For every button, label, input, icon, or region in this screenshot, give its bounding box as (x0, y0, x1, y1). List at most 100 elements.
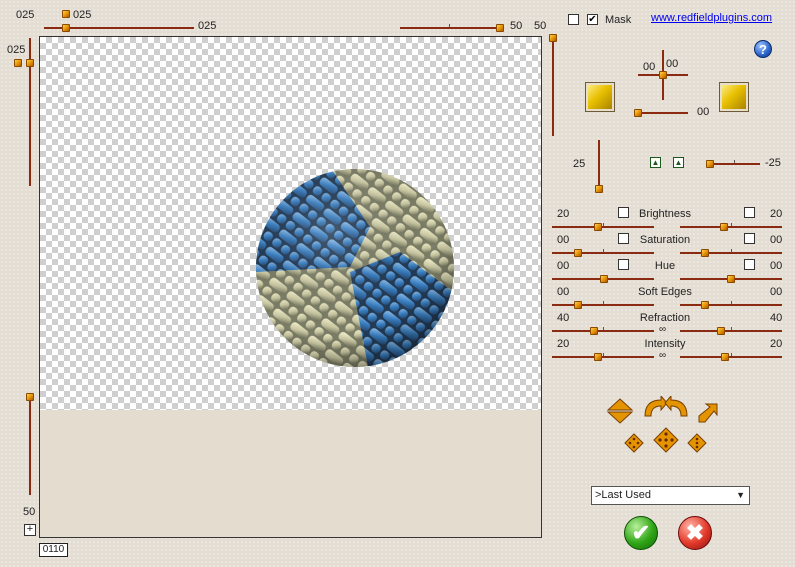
soft-edges-left-value: 00 (557, 286, 570, 298)
brightness-left-slider-track[interactable] (552, 226, 654, 228)
saturation-left-value: 00 (557, 234, 570, 246)
brightness-right-slider-tick (731, 223, 732, 226)
mask-toggle-checkbox-empty[interactable] (568, 14, 579, 25)
highlight-color-swatch[interactable] (585, 82, 615, 112)
random-dice-icon[interactable] (653, 427, 679, 453)
depth-slider-knob[interactable] (595, 185, 603, 193)
preset-dropdown[interactable]: >Last Used ▼ (591, 486, 750, 505)
mask-checkbox[interactable]: ✔ (587, 14, 598, 25)
saturation-right-slider-tick (731, 249, 732, 252)
zoom-value: 50 (510, 20, 523, 32)
right-vertical-slider-track[interactable] (552, 36, 554, 136)
left-top-value: 025 (7, 44, 26, 56)
right-vertical-slider-knob[interactable] (549, 34, 557, 42)
hue-right-slider-knob[interactable] (727, 275, 735, 283)
soft-edges-right-slider-knob[interactable] (701, 301, 709, 309)
invert-up-icon[interactable]: ▲ (650, 157, 661, 168)
zoom-slider-track[interactable] (400, 27, 500, 29)
intensity-link-icon[interactable]: ∞ (659, 350, 666, 361)
brightness-right-slider-knob[interactable] (720, 223, 728, 231)
zoom-slider-knob[interactable] (496, 24, 504, 32)
hue-right-checkbox[interactable] (744, 259, 755, 270)
random-dice-small-icon[interactable] (624, 433, 644, 453)
vertical-position-slider-knob[interactable] (26, 59, 34, 67)
brightness-right-slider-track[interactable] (680, 226, 782, 228)
flip-up-icon[interactable]: ▲ (673, 157, 684, 168)
saturation-left-checkbox[interactable] (618, 233, 629, 244)
left-bottom-value: 50 (23, 506, 36, 518)
tilt-value: -25 (765, 157, 781, 169)
depth-slider-track[interactable] (598, 140, 600, 188)
saturation-left-slider-knob[interactable] (574, 249, 582, 257)
soft-edges-left-slider-track[interactable] (552, 304, 654, 306)
vertical-zoom-slider-track[interactable] (29, 395, 31, 495)
horizontal-position-slider-knob[interactable] (62, 24, 70, 32)
refraction-right-value: 40 (770, 312, 783, 324)
refraction-left-slider-track[interactable] (552, 330, 654, 332)
intensity-label: Intensity (644, 338, 686, 350)
mask-label: Mask (605, 14, 632, 26)
zoom-value-2: 50 (534, 20, 547, 32)
redfield-link[interactable]: www.redfieldplugins.com (651, 12, 772, 24)
cancel-button[interactable]: ✖ (678, 516, 712, 550)
refraction-left-value: 40 (557, 312, 570, 324)
brightness-right-value: 20 (770, 208, 783, 220)
light-elevation-slider-knob[interactable] (634, 109, 642, 117)
intensity-left-slider-track[interactable] (552, 356, 654, 358)
light-pad-knob[interactable] (659, 71, 667, 79)
tilt-slider-knob[interactable] (706, 160, 714, 168)
left-mini-knob[interactable] (14, 59, 22, 67)
refraction-right-slider-tick (731, 327, 732, 330)
intensity-left-slider-knob[interactable] (594, 353, 602, 361)
brightness-left-slider-knob[interactable] (594, 223, 602, 231)
pad-bottom-value: 00 (697, 106, 710, 118)
rotate-icon[interactable] (641, 396, 691, 418)
vertical-zoom-slider-knob[interactable] (26, 393, 34, 401)
refraction-left-slider-knob[interactable] (590, 327, 598, 335)
top-mid-value: 025 (73, 9, 92, 21)
intensity-right-slider-track[interactable] (680, 356, 782, 358)
chevron-down-icon: ▼ (736, 490, 745, 500)
brightness-left-checkbox[interactable] (618, 207, 629, 218)
hue-left-checkbox[interactable] (618, 259, 629, 270)
light-elevation-slider-track[interactable] (636, 112, 688, 114)
saturation-right-slider-track[interactable] (680, 252, 782, 254)
intensity-right-value: 20 (770, 338, 783, 350)
soft-edges-right-slider-track[interactable] (680, 304, 782, 306)
tilt-slider-track[interactable] (708, 163, 760, 165)
top-left-value: 025 (16, 9, 35, 21)
preset-selected-value: >Last Used (595, 489, 651, 501)
intensity-right-slider-tick (731, 353, 732, 356)
brightness-right-checkbox[interactable] (744, 207, 755, 218)
zoom-slider-tick (449, 24, 450, 27)
depth-value: 25 (573, 158, 586, 170)
intensity-left-slider-tick (603, 353, 604, 356)
flip-vertical-icon[interactable] (606, 398, 634, 424)
refraction-right-slider-track[interactable] (680, 330, 782, 332)
preview-canvas[interactable] (39, 36, 542, 538)
top-mini-knob[interactable] (62, 10, 70, 18)
help-icon[interactable]: ? (754, 40, 772, 58)
frame-counter: 0110 (39, 543, 68, 557)
pad-x-value: 00 (643, 61, 656, 73)
shadow-color-swatch[interactable] (719, 82, 749, 112)
intensity-right-slider-knob[interactable] (721, 353, 729, 361)
refraction-label: Refraction (639, 312, 691, 324)
soft-edges-left-slider-knob[interactable] (574, 301, 582, 309)
soft-edges-left-slider-tick (603, 301, 604, 304)
random-dice-small-2-icon[interactable] (687, 433, 707, 453)
refraction-link-icon[interactable]: ∞ (659, 324, 666, 335)
resize-arrow-icon[interactable] (697, 402, 719, 424)
saturation-right-checkbox[interactable] (744, 233, 755, 244)
ok-button[interactable]: ✔ (624, 516, 658, 550)
saturation-left-slider-track[interactable] (552, 252, 654, 254)
fit-size-button[interactable]: + (24, 524, 36, 536)
refraction-right-slider-knob[interactable] (717, 327, 725, 335)
intensity-left-value: 20 (557, 338, 570, 350)
hue-left-slider-knob[interactable] (600, 275, 608, 283)
saturation-right-slider-knob[interactable] (701, 249, 709, 257)
brightness-left-slider-tick (603, 223, 604, 226)
ok-icon: ✔ (631, 520, 651, 545)
refraction-left-slider-tick (603, 327, 604, 330)
hue-left-value: 00 (557, 260, 570, 272)
